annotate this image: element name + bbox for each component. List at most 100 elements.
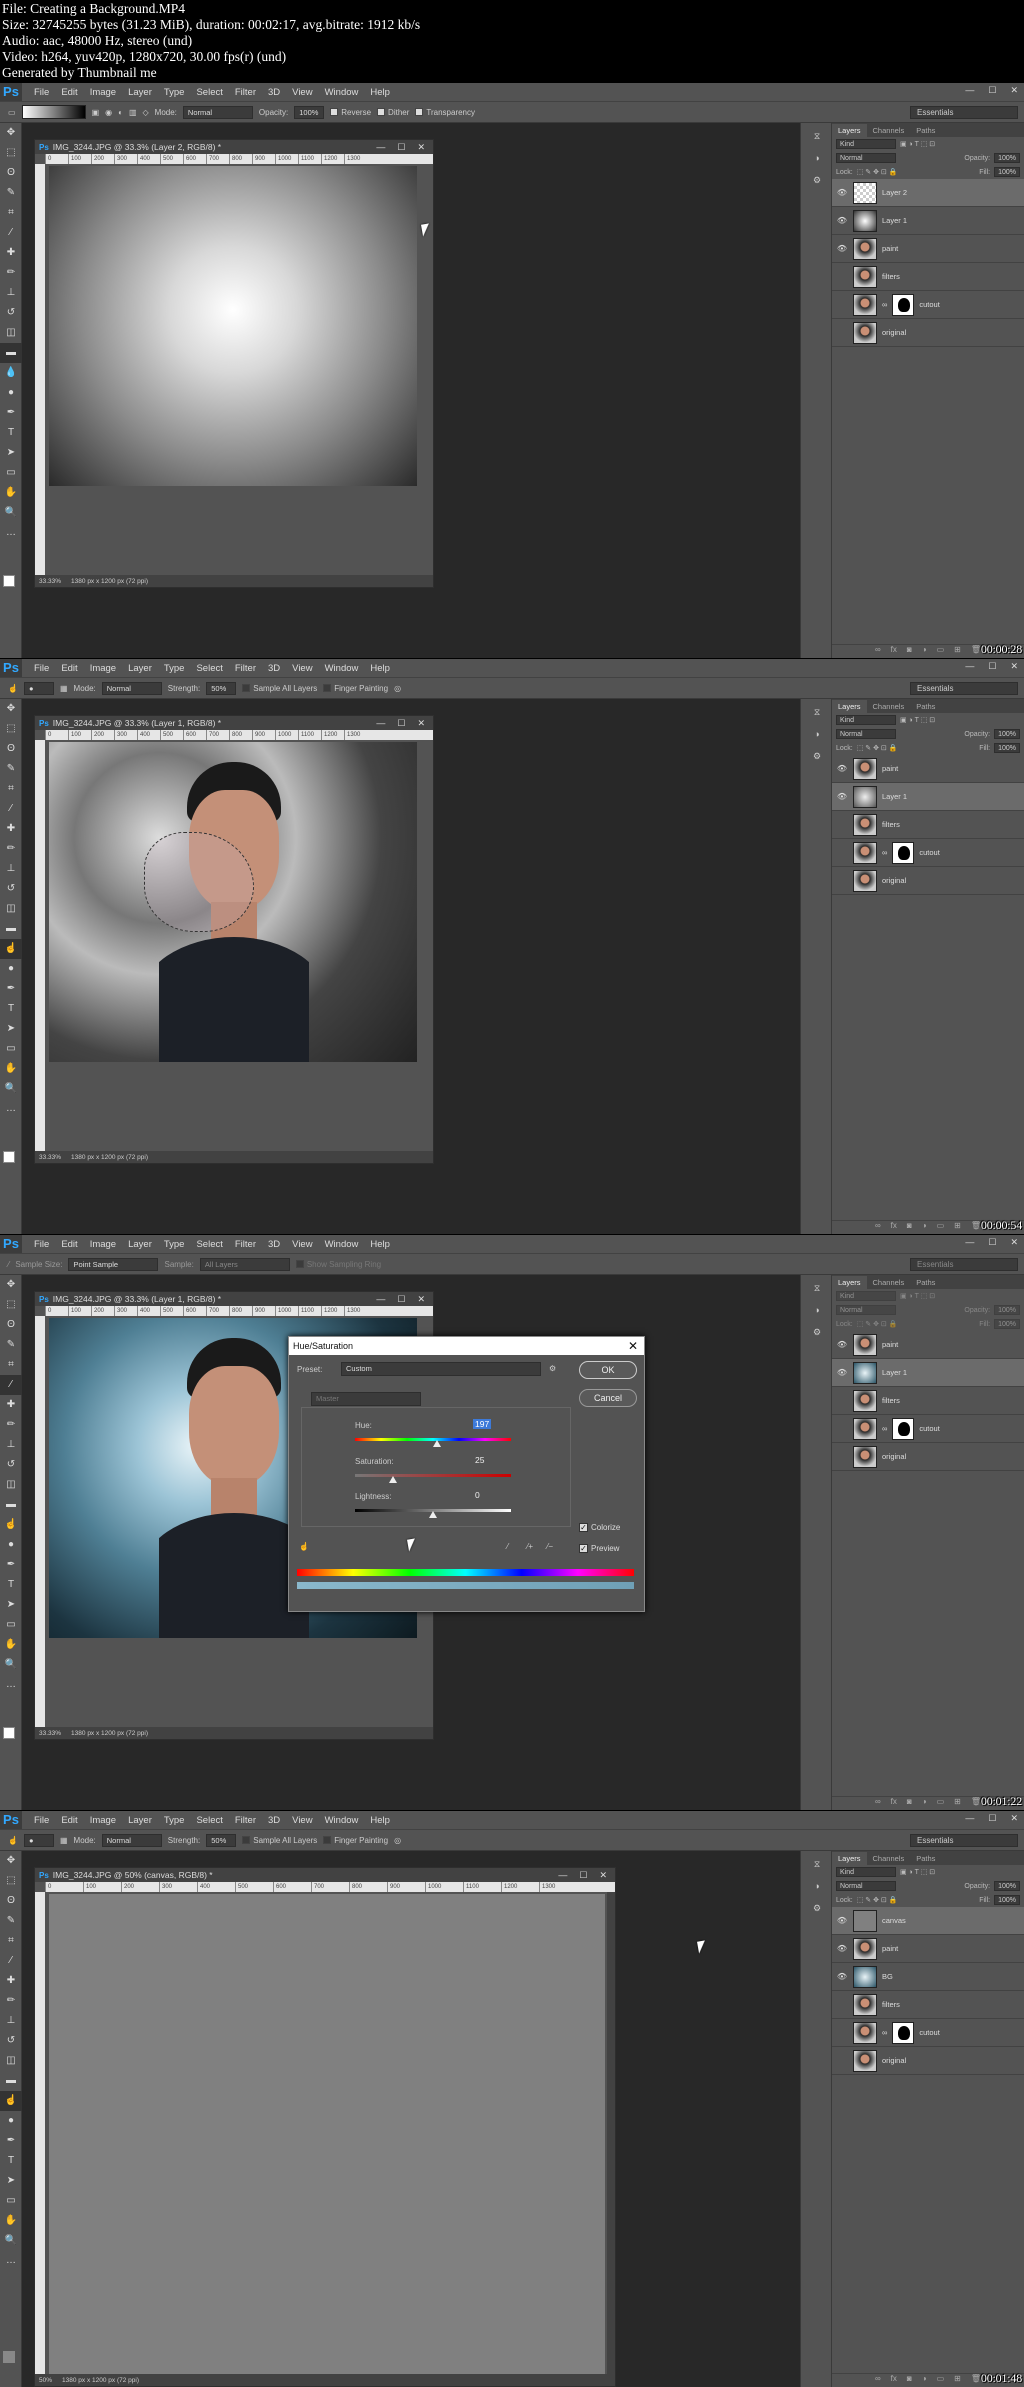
dodge-tool-icon[interactable]: ● <box>0 959 22 979</box>
blend-mode-select[interactable]: Normal <box>836 1881 896 1891</box>
dodge-tool-icon[interactable]: ● <box>0 383 22 403</box>
sample-select[interactable]: All Layers <box>199 1257 290 1271</box>
menu-type[interactable]: Type <box>164 663 185 674</box>
shape-tool-icon[interactable]: ▭ <box>0 2191 22 2211</box>
brush-tool-icon[interactable]: ✏ <box>0 1415 22 1435</box>
adjustments-icon[interactable]: ◑ <box>807 1305 827 1319</box>
layer-row[interactable]: original <box>832 867 1024 895</box>
minimize-icon[interactable]: — <box>376 718 385 729</box>
lock-icons[interactable]: ⬚ ✎ ✥ ⊡ 🔒 <box>857 1320 898 1328</box>
layer-row[interactable]: 👁 Layer 2 <box>832 179 1024 207</box>
preset-options-icon[interactable]: ⚙ <box>549 1364 556 1373</box>
zoom-tool-icon[interactable]: 🔍 <box>0 1079 22 1099</box>
maximize-icon[interactable]: ☐ <box>988 1237 996 1248</box>
close-icon[interactable]: ✕ <box>1010 661 1018 672</box>
fill-field[interactable]: 100% <box>994 743 1020 753</box>
eye-icon[interactable]: 👁 <box>836 1340 848 1349</box>
menu-3d[interactable]: 3D <box>268 87 280 98</box>
strength-field[interactable]: 50% <box>206 681 237 695</box>
menu-file[interactable]: File <box>34 663 49 674</box>
tab-layers[interactable]: Layers <box>832 1852 867 1865</box>
lasso-tool-icon[interactable]: ʘ <box>0 1891 22 1911</box>
menu-image[interactable]: Image <box>90 87 116 98</box>
new-layer-icon[interactable]: ⊞ <box>954 645 961 658</box>
tab-paths[interactable]: Paths <box>910 124 941 137</box>
adjustment-icon[interactable]: ◑ <box>922 2374 927 2387</box>
eye-icon[interactable]: 👁 <box>836 792 848 801</box>
tab-layers[interactable]: Layers <box>832 124 867 137</box>
menu-window[interactable]: Window <box>325 1239 359 1250</box>
brush-size-field[interactable]: ● <box>23 681 54 695</box>
sample-all-checkbox[interactable] <box>242 1836 251 1845</box>
adjustments-icon[interactable]: ◑ <box>807 153 827 167</box>
eyedropper-tool-icon[interactable]: ⁄ <box>0 1375 22 1395</box>
strength-field[interactable]: 50% <box>206 1833 237 1847</box>
add-mask-icon[interactable]: ◙ <box>907 2374 912 2387</box>
type-tool-icon[interactable]: T <box>0 1575 22 1595</box>
opacity-field[interactable]: 100% <box>994 729 1020 739</box>
gradient-picker[interactable] <box>21 105 86 119</box>
menu-layer[interactable]: Layer <box>128 87 152 98</box>
blend-mode-select[interactable]: Normal <box>836 153 896 163</box>
radial-gradient-icon[interactable]: ◉ <box>105 108 112 117</box>
eye-icon[interactable]: 👁 <box>836 188 848 197</box>
minimize-icon[interactable]: — <box>965 1237 974 1248</box>
history-brush-icon[interactable]: ↺ <box>0 303 22 323</box>
hue-slider-thumb[interactable] <box>433 1440 441 1447</box>
dodge-tool-icon[interactable]: ● <box>0 1535 22 1555</box>
move-tool-icon[interactable]: ✥ <box>0 123 22 143</box>
opacity-field[interactable]: 100% <box>294 105 325 119</box>
document-tab[interactable]: Ps IMG_3244.JPG @ 33.3% (Layer 1, RGB/8)… <box>35 1292 433 1306</box>
menu-edit[interactable]: Edit <box>61 87 77 98</box>
link-layers-icon[interactable]: ∞ <box>875 2374 881 2387</box>
menu-image[interactable]: Image <box>90 1815 116 1826</box>
tab-channels[interactable]: Channels <box>867 700 911 713</box>
workspace-select[interactable]: Essentials <box>910 1258 1018 1271</box>
menu-edit[interactable]: Edit <box>61 1815 77 1826</box>
menu-select[interactable]: Select <box>196 663 222 674</box>
eyedropper-tool-icon[interactable]: ⁄ <box>8 1260 9 1269</box>
trash-icon[interactable]: 🗑 <box>971 1797 981 1810</box>
eyedropper-tool-icon[interactable]: ⁄ <box>0 223 22 243</box>
pen-tool-icon[interactable]: ✒ <box>0 403 22 423</box>
adjustment-icon[interactable]: ◑ <box>922 1221 927 1234</box>
fill-field[interactable]: 100% <box>994 1895 1020 1905</box>
fill-field[interactable]: 100% <box>994 167 1020 177</box>
more-tools-icon[interactable]: … <box>0 1099 22 1119</box>
menu-window[interactable]: Window <box>325 87 359 98</box>
menu-file[interactable]: File <box>34 1239 49 1250</box>
type-tool-icon[interactable]: T <box>0 999 22 1019</box>
history-brush-icon[interactable]: ↺ <box>0 1455 22 1475</box>
maximize-icon[interactable]: ☐ <box>988 85 996 96</box>
layer-row[interactable]: filters <box>832 1991 1024 2019</box>
menu-window[interactable]: Window <box>325 1815 359 1826</box>
layer-row[interactable]: ∞ cutout <box>832 839 1024 867</box>
zoom-level[interactable]: 33.33% <box>39 1154 61 1161</box>
folder-icon[interactable]: ▭ <box>937 2374 945 2387</box>
stamp-tool-icon[interactable]: ⊥ <box>0 283 22 303</box>
menu-view[interactable]: View <box>292 1239 312 1250</box>
fill-field[interactable]: 100% <box>994 1319 1020 1329</box>
finger-painting-checkbox[interactable] <box>323 1836 332 1845</box>
layer-row[interactable]: 👁 Layer 1 <box>832 783 1024 811</box>
dodge-tool-icon[interactable]: ● <box>0 2111 22 2131</box>
workspace-select[interactable]: Essentials <box>910 1834 1018 1847</box>
hand-tool-icon[interactable]: ✋ <box>0 2211 22 2231</box>
diamond-gradient-icon[interactable]: ◇ <box>143 108 149 117</box>
kind-filter[interactable]: Kind <box>836 715 896 725</box>
marquee-tool-icon[interactable]: ⬚ <box>0 143 22 163</box>
eraser-tool-icon[interactable]: ◫ <box>0 1475 22 1495</box>
hand-adjust-icon[interactable]: ☝ <box>299 1542 309 1551</box>
gradient-tool-icon[interactable]: ▭ <box>8 108 16 117</box>
menu-help[interactable]: Help <box>370 663 390 674</box>
menu-view[interactable]: View <box>292 87 312 98</box>
adjustment-icon[interactable]: ◑ <box>922 645 927 658</box>
eyedropper-icon[interactable]: ⁄ <box>507 1542 508 1551</box>
menu-filter[interactable]: Filter <box>235 87 256 98</box>
vertical-scrollbar[interactable] <box>607 1892 615 2374</box>
close-icon[interactable]: ✕ <box>417 718 425 729</box>
document-tab[interactable]: Ps IMG_3244.JPG @ 33.3% (Layer 1, RGB/8)… <box>35 716 433 730</box>
fx-icon[interactable]: fx <box>891 645 897 658</box>
brush-tool-icon[interactable]: ✏ <box>0 263 22 283</box>
mode-select[interactable]: Normal <box>101 1833 162 1847</box>
